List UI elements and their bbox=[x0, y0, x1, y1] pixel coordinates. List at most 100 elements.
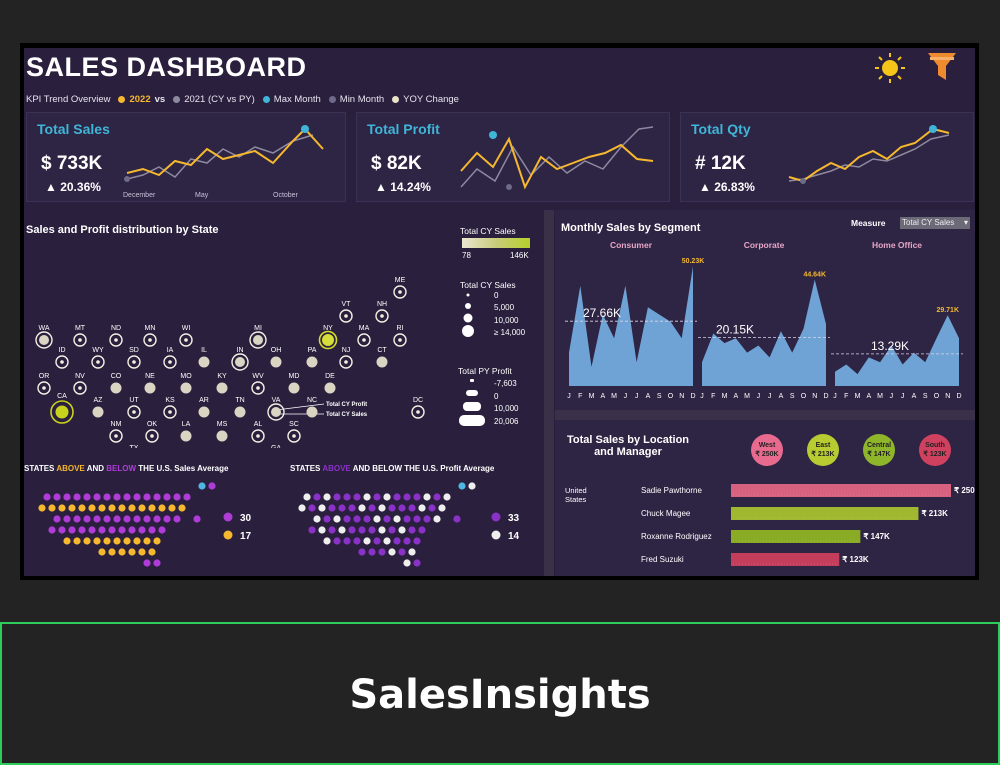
state-label: SC bbox=[289, 421, 299, 428]
month-tick: F bbox=[578, 393, 582, 400]
state-marker-ky[interactable]: KY bbox=[216, 373, 228, 394]
segment-corporate: Corporate20.15K44.64KJ F M A M J J A S O N D bbox=[698, 240, 830, 400]
state-marker-nc[interactable]: NC bbox=[306, 397, 318, 418]
state-marker-wi[interactable]: WI bbox=[179, 325, 193, 347]
state-marker-de[interactable]: DE bbox=[324, 373, 336, 394]
state-marker-sd[interactable]: SD bbox=[127, 347, 141, 369]
sales-avg-count-above: 17 bbox=[240, 531, 252, 542]
state-marker-az[interactable]: AZ bbox=[92, 397, 104, 418]
state-label: SD bbox=[129, 347, 139, 354]
region-badge-east[interactable]: East ₹ 213K bbox=[807, 434, 839, 466]
anno-profit: Total CY Profit bbox=[326, 402, 367, 408]
sales-avg-post: THE U.S. Sales Average bbox=[138, 464, 229, 473]
state-marker-mt[interactable]: MT bbox=[73, 325, 87, 347]
state-label: NY bbox=[323, 325, 333, 332]
state-marker-tx[interactable]: TX bbox=[129, 445, 140, 448]
state-marker-ne[interactable]: NE bbox=[144, 373, 156, 394]
filter-icon[interactable] bbox=[926, 50, 958, 84]
kpi-card-sales[interactable]: Total Sales $ 733K ▲ 20.36% December May… bbox=[26, 112, 346, 202]
state-label: KY bbox=[217, 373, 227, 380]
state-label: NC bbox=[307, 397, 317, 404]
manager-bar-chart[interactable]: Sadie Pawthorne ₹ 250K Chuck Magee ₹ 213K Ro… bbox=[555, 476, 975, 576]
state-marker-ri[interactable]: RI bbox=[393, 325, 407, 347]
manager-row[interactable]: Fred Suzuki ₹ 123K bbox=[641, 553, 869, 566]
state-label: DC bbox=[413, 397, 423, 404]
state-marker-mo[interactable]: MO bbox=[180, 373, 192, 394]
state-marker-id[interactable]: ID bbox=[55, 347, 69, 369]
state-marker-mi[interactable]: MI bbox=[249, 325, 267, 349]
sun-icon[interactable] bbox=[872, 52, 908, 84]
sales-avg-count-below: 30 bbox=[240, 513, 252, 524]
state-label: UT bbox=[129, 397, 139, 404]
month-tick: D bbox=[956, 393, 961, 400]
state-marker-ct[interactable]: CT bbox=[376, 347, 388, 368]
state-marker-ut[interactable]: UT bbox=[127, 397, 141, 419]
state-marker-oh[interactable]: OH bbox=[270, 347, 282, 368]
state-marker-vt[interactable]: VT bbox=[339, 301, 353, 323]
month-tick: S bbox=[923, 393, 928, 400]
state-label: OR bbox=[39, 373, 50, 380]
state-marker-sc[interactable]: SC bbox=[287, 421, 301, 443]
state-marker-pa[interactable]: PA bbox=[306, 347, 318, 368]
kpi-card-qty[interactable]: Total Qty # 12K ▲ 26.83% bbox=[680, 112, 974, 202]
state-marker-co[interactable]: CO bbox=[110, 373, 122, 394]
state-marker-dc[interactable]: DC bbox=[411, 397, 425, 419]
state-label: NJ bbox=[342, 347, 351, 354]
chevron-down-icon: ▾ bbox=[963, 218, 968, 227]
state-label: MN bbox=[145, 325, 156, 332]
state-marker-nj[interactable]: NJ bbox=[339, 347, 353, 369]
month-tick: M bbox=[611, 393, 617, 400]
state-label: LA bbox=[182, 421, 191, 428]
state-marker-va[interactable]: VA bbox=[267, 397, 285, 421]
manager-row[interactable]: Sadie Pawthorne ₹ 250K bbox=[641, 484, 975, 497]
state-marker-nv[interactable]: NV bbox=[73, 373, 87, 395]
month-tick: A bbox=[600, 393, 605, 400]
region-value: ₹ 123K bbox=[923, 451, 947, 458]
state-marker-ar[interactable]: AR bbox=[198, 397, 210, 418]
region-badge-central[interactable]: Central ₹ 147K bbox=[863, 434, 895, 466]
state-marker-la[interactable]: LA bbox=[180, 421, 192, 442]
state-marker-ma[interactable]: MA bbox=[357, 325, 371, 347]
manager-row[interactable]: Chuck Magee ₹ 213K bbox=[641, 507, 948, 520]
month-tick: M bbox=[744, 393, 750, 400]
region-badges: West ₹ 250K East ₹ 213K Central ₹ 147K South ₹ … bbox=[751, 434, 971, 468]
state-label: WA bbox=[38, 325, 49, 332]
state-marker-md[interactable]: MD bbox=[288, 373, 300, 394]
segment-area-chart[interactable]: Consumer27.66K50.23KJ F M A M J J A S O N DCorporat… bbox=[555, 234, 975, 410]
state-label: OH bbox=[271, 347, 282, 354]
state-marker-ms[interactable]: MS bbox=[216, 421, 228, 442]
state-marker-ok[interactable]: OK bbox=[145, 421, 159, 443]
state-marker-in[interactable]: IN bbox=[231, 347, 249, 371]
state-marker-ga[interactable]: GA bbox=[268, 445, 285, 448]
state-marker-nd[interactable]: ND bbox=[109, 325, 123, 347]
manager-row[interactable]: Roxanne Rodriguez ₹ 147K bbox=[641, 530, 890, 543]
state-marker-ia[interactable]: IA bbox=[163, 347, 177, 369]
state-marker-ks[interactable]: KS bbox=[163, 397, 177, 419]
region-name: East bbox=[815, 442, 831, 449]
state-marker-or[interactable]: OR bbox=[37, 373, 51, 395]
profit-avg-title: STATES ABOVE AND BELOW THE U.S. Profit A… bbox=[290, 464, 494, 473]
state-marker-wy[interactable]: WY bbox=[91, 347, 105, 369]
state-marker-wv[interactable]: WV bbox=[251, 373, 265, 395]
month-tick: J bbox=[635, 393, 639, 400]
state-label: IA bbox=[167, 347, 174, 354]
region-badge-west[interactable]: West ₹ 250K bbox=[751, 434, 783, 466]
state-marker-me[interactable]: ME bbox=[393, 277, 407, 299]
state-marker-al[interactable]: AL bbox=[251, 421, 265, 443]
state-marker-mn[interactable]: MN bbox=[143, 325, 157, 347]
state-marker-nh[interactable]: NH bbox=[375, 301, 389, 323]
state-marker-ca[interactable]: CA bbox=[50, 393, 74, 424]
state-marker-tn[interactable]: TN bbox=[234, 397, 246, 418]
month-tick: J bbox=[700, 393, 704, 400]
state-marker-nm[interactable]: NM bbox=[109, 421, 123, 443]
kpi-legend-max: Max Month bbox=[273, 94, 321, 105]
state-marker-wa[interactable]: WA bbox=[35, 325, 53, 349]
kpi-card-profit[interactable]: Total Profit $ 82K ▲ 14.24% bbox=[356, 112, 670, 202]
state-marker-ny[interactable]: NY bbox=[318, 325, 338, 350]
measure-select[interactable]: Total CY Sales ▾ bbox=[900, 217, 970, 229]
manager-name: Fred Suzuki bbox=[641, 555, 684, 564]
region-badge-south[interactable]: South ₹ 123K bbox=[919, 434, 951, 466]
legend-cy-min: 78 bbox=[462, 251, 471, 260]
state-marker-il[interactable]: IL bbox=[198, 347, 210, 368]
tick-label: December bbox=[123, 192, 156, 199]
